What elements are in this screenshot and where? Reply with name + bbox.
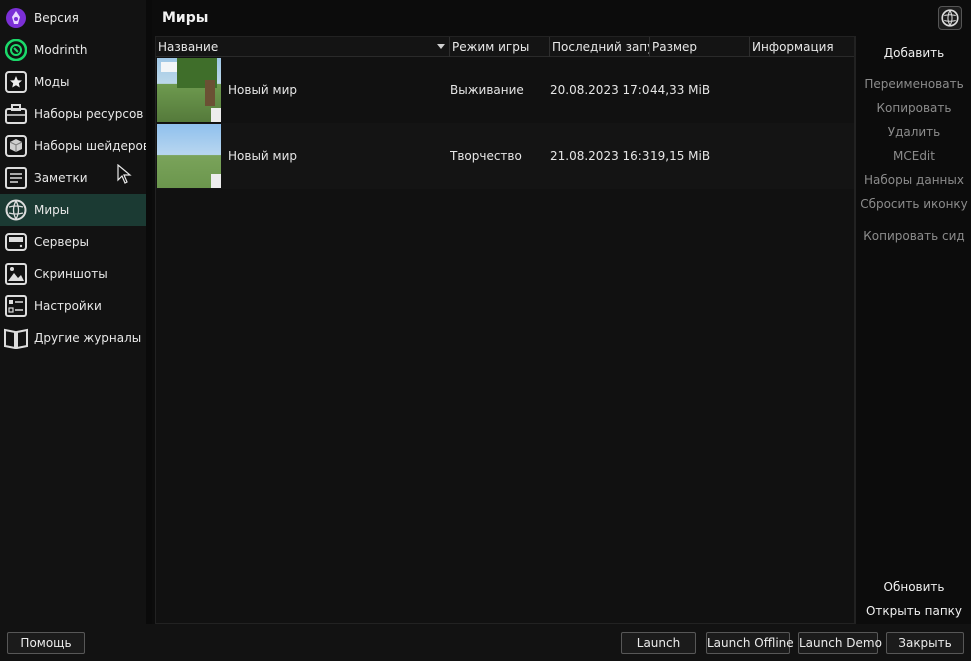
refresh-button[interactable]: Обновить <box>856 580 971 594</box>
sidebar-item-label: Серверы <box>34 235 89 249</box>
delete-button[interactable]: Удалить <box>856 125 971 139</box>
main-panel: Миры Название Режим игры Последний запус… <box>152 0 971 624</box>
notes-icon <box>4 166 28 190</box>
sidebar-item-label: Скриншоты <box>34 267 108 281</box>
sidebar-item-label: Версия <box>34 11 79 25</box>
sidebar-item-label: Modrinth <box>34 43 88 57</box>
close-button[interactable]: Закрыть <box>886 632 964 654</box>
world-thumbnail <box>157 58 221 122</box>
sidebar-item-label: Моды <box>34 75 70 89</box>
settings-list-icon <box>4 294 28 318</box>
world-name: Новый мир <box>228 149 297 163</box>
world-size: 44,33 MiB <box>650 83 711 97</box>
column-header-last-played[interactable]: Последний запус <box>550 37 650 57</box>
launch-demo-button[interactable]: Launch Demo <box>798 632 882 654</box>
sidebar-item-worlds[interactable]: Миры <box>0 194 146 226</box>
sidebar: Версия Modrinth Моды Наборы ресурсов Наб… <box>0 0 150 624</box>
sidebar-item-screenshots[interactable]: Скриншоты <box>0 258 146 290</box>
table-header: Название Режим игры Последний запус Разм… <box>156 37 854 57</box>
sidebar-item-settings[interactable]: Настройки <box>0 290 146 322</box>
table-row[interactable]: Новый мир Выживание 20.08.2023 17:00 44,… <box>156 57 854 123</box>
open-folder-button[interactable]: Открыть папку <box>856 604 971 618</box>
star-icon <box>4 70 28 94</box>
sidebar-item-other-logs[interactable]: Другие журналы <box>0 322 146 354</box>
worlds-table[interactable]: Название Режим игры Последний запус Разм… <box>155 36 855 624</box>
sidebar-item-shader-packs[interactable]: Наборы шейдеров <box>0 130 150 162</box>
copy-button[interactable]: Копировать <box>856 101 971 115</box>
copy-seed-button[interactable]: Копировать сид <box>856 229 971 243</box>
mouse-cursor-icon <box>117 164 132 184</box>
datapacks-button[interactable]: Наборы данных <box>856 173 971 187</box>
world-actions-panel: Добавить Переименовать Копировать Удалит… <box>855 36 971 624</box>
sidebar-item-resource-packs[interactable]: Наборы ресурсов <box>0 98 146 130</box>
sidebar-item-label: Миры <box>34 203 70 217</box>
sidebar-item-version[interactable]: Версия <box>0 2 146 34</box>
world-last-played: 21.08.2023 16:33 <box>550 149 650 163</box>
minecraft-version-icon <box>4 6 28 30</box>
bottom-bar: Помощь Launch Launch Offline Launch Demo… <box>0 624 971 661</box>
sidebar-item-modrinth[interactable]: Modrinth <box>0 34 146 66</box>
world-thumbnail <box>157 124 221 188</box>
sidebar-item-label: Заметки <box>34 171 88 185</box>
world-game-mode: Творчество <box>450 149 522 163</box>
column-header-info[interactable]: Информация <box>750 37 854 57</box>
column-header-size[interactable]: Размер <box>650 37 750 57</box>
world-last-played: 20.08.2023 17:00 <box>550 83 650 97</box>
page-title: Миры <box>162 10 209 26</box>
launch-offline-button[interactable]: Launch Offline <box>706 632 794 654</box>
sidebar-item-label: Наборы ресурсов <box>34 107 144 121</box>
cube-icon <box>4 134 28 158</box>
sidebar-item-label: Настройки <box>34 299 102 313</box>
world-game-mode: Выживание <box>450 83 524 97</box>
sidebar-item-servers[interactable]: Серверы <box>0 226 146 258</box>
modrinth-icon <box>4 38 28 62</box>
world-name: Новый мир <box>228 83 297 97</box>
sidebar-item-mods[interactable]: Моды <box>0 66 146 98</box>
rename-button[interactable]: Переименовать <box>856 77 971 91</box>
image-icon <box>4 262 28 286</box>
sidebar-item-label: Другие журналы <box>34 331 142 345</box>
column-header-game-mode[interactable]: Режим игры <box>450 37 550 57</box>
add-button[interactable]: Добавить <box>856 46 971 60</box>
help-button[interactable]: Помощь <box>7 632 85 654</box>
reset-icon-button[interactable]: Сбросить иконку <box>856 197 971 211</box>
globe-icon <box>4 198 28 222</box>
world-size: 19,15 MiB <box>650 149 711 163</box>
mcedit-button[interactable]: MCEdit <box>856 149 971 163</box>
column-header-name[interactable]: Название <box>156 37 450 57</box>
globe-icon <box>938 6 962 30</box>
sidebar-item-label: Наборы шейдеров <box>34 139 150 153</box>
briefcase-icon <box>4 102 28 126</box>
server-icon <box>4 230 28 254</box>
book-icon <box>4 326 28 350</box>
launch-button[interactable]: Launch <box>621 632 696 654</box>
table-row[interactable]: Новый мир Творчество 21.08.2023 16:33 19… <box>156 123 854 189</box>
